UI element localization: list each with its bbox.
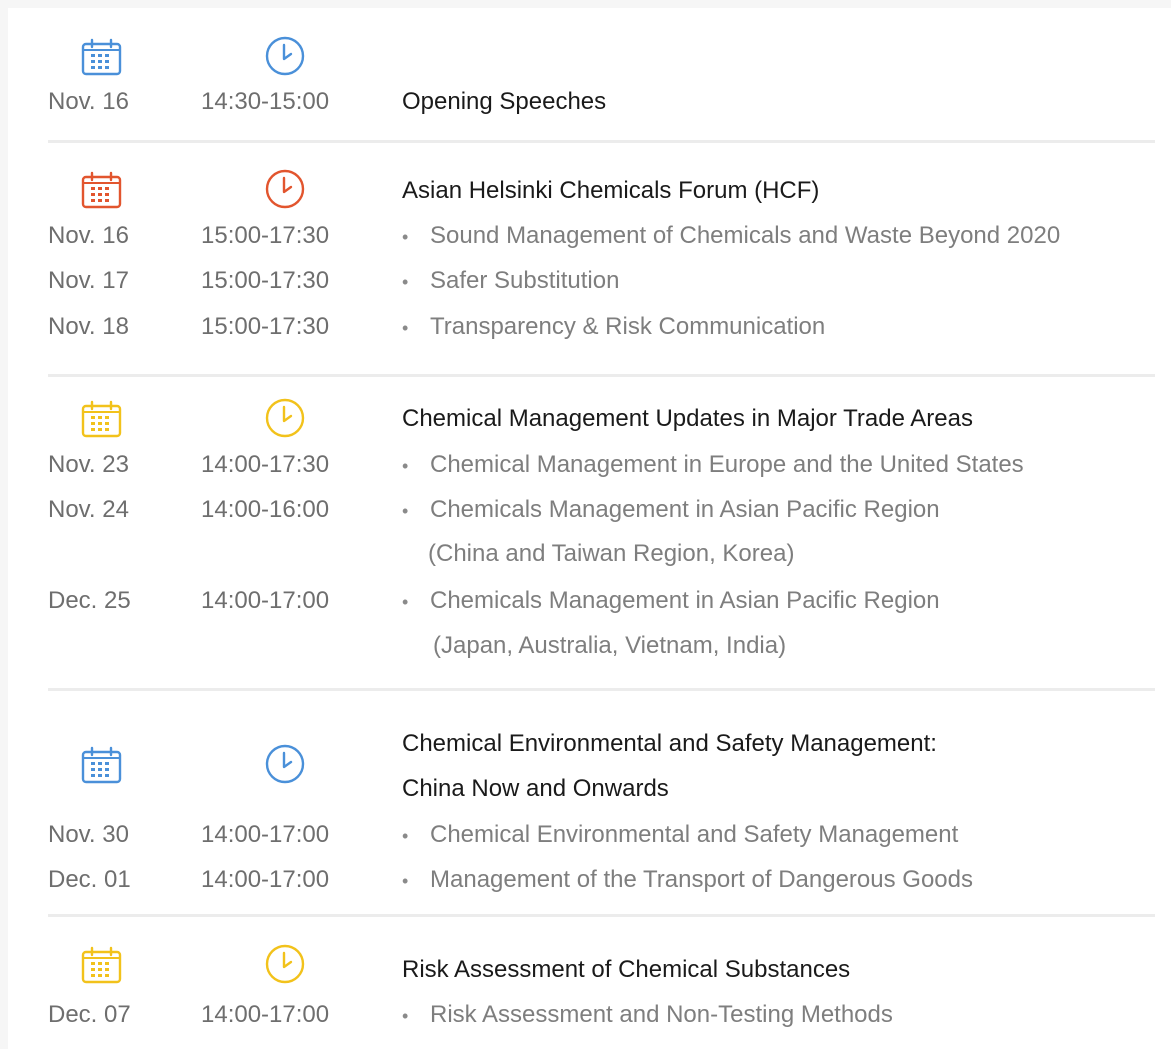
session-time: 15:00-17:30: [201, 267, 330, 294]
session-title-row: Chemical Environmental and Safety Manage…: [8, 724, 1171, 764]
session-date: Dec. 25: [48, 587, 131, 614]
bullet: •: [402, 272, 409, 292]
session-title-line-2: China Now and Onwards: [402, 775, 669, 802]
session-time: 14:00-17:00: [201, 587, 330, 614]
bullet: •: [402, 1006, 409, 1026]
session-date: Nov. 16: [48, 222, 129, 249]
session-item-text: Chemical Environmental and Safety Manage…: [430, 821, 959, 848]
session-time: 14:00-16:00: [201, 496, 330, 523]
bullet: •: [402, 501, 409, 521]
session-item: • Risk Assessment and Non-Testing Methods: [402, 995, 893, 1036]
bullet: •: [402, 871, 409, 891]
session-row: Dec. 01 14:00-17:00 • Management of the T…: [8, 860, 1171, 900]
session-item: • Management of the Transport of Dangerou…: [402, 860, 973, 901]
session-item-text: Management of the Transport of Dangerous…: [430, 866, 973, 893]
session-item: • Chemical Environmental and Safety Manag…: [402, 815, 958, 856]
session-row: Nov. 23 14:00-17:30 • Chemical Management…: [8, 445, 1171, 485]
bullet: •: [402, 227, 409, 247]
session-title-row: Asian Helsinki Chemicals Forum (HCF): [8, 171, 1171, 211]
session-title: Risk Assessment of Chemical Substances: [402, 956, 851, 983]
session-row: Dec. 25 14:00-17:00 • Chemicals Managemen…: [8, 581, 1171, 621]
session-row: Dec. 07 14:00-17:00 • Risk Assessment and…: [8, 995, 1171, 1035]
session-item: • Chemical Management in Europe and the U…: [402, 445, 1024, 486]
session-row: Nov. 16 14:30-15:00 Opening Speeches: [8, 82, 1171, 122]
session-item-text: Risk Assessment and Non-Testing Methods: [430, 1001, 893, 1028]
session-date: Dec. 01: [48, 866, 131, 893]
session-title-row: Chemical Management Updates in Major Tra…: [8, 399, 1171, 439]
session-item-text: Safer Substitution: [430, 267, 620, 294]
schedule-card: Nov. 16 14:30-15:00 Opening Speeches Asi…: [8, 8, 1171, 1049]
bullet: •: [402, 826, 409, 846]
session-title-row: Risk Assessment of Chemical Substances: [8, 950, 1171, 990]
session-item: • Sound Management of Chemicals and Waste…: [402, 216, 1060, 257]
session-time: 15:00-17:30: [201, 222, 330, 249]
session-item-text: Chemicals Management in Asian Pacific Re…: [430, 587, 940, 614]
session-item-text: Chemicals Management in Asian Pacific Re…: [430, 496, 940, 523]
session-row: Nov. 17 15:00-17:30 • Safer Substitution: [8, 261, 1171, 301]
session-row: Nov. 24 14:00-16:00 • Chemicals Managemen…: [8, 490, 1171, 530]
bullet: •: [402, 456, 409, 476]
session-title: Opening Speeches: [402, 88, 607, 115]
divider: [48, 688, 1155, 691]
clock-icon: [265, 36, 305, 76]
session-row: Nov. 18 15:00-17:30 • Transparency & Risk…: [8, 307, 1171, 347]
divider: [48, 140, 1155, 143]
session-title-row: China Now and Onwards: [8, 769, 1171, 809]
session-date: Nov. 17: [48, 267, 129, 294]
divider: [48, 914, 1155, 917]
session-row: Nov. 30 14:00-17:00 • Chemical Environmen…: [8, 815, 1171, 855]
session-item-text: Sound Management of Chemicals and Waste …: [430, 222, 1061, 249]
session-date: Nov. 18: [48, 313, 129, 340]
session-time: 15:00-17:30: [201, 313, 330, 340]
session-item-continuation: (China and Taiwan Region, Korea): [428, 540, 795, 567]
session-item: • Chemicals Management in Asian Pacific R…: [402, 490, 940, 531]
bullet: •: [402, 318, 409, 338]
session-item: • Safer Substitution: [402, 261, 619, 302]
session-title: Asian Helsinki Chemicals Forum (HCF): [402, 177, 820, 204]
session-title: Chemical Environmental and Safety Manage…: [402, 730, 937, 757]
session-item: • Transparency & Risk Communication: [402, 307, 825, 348]
session-item-continuation: (Japan, Australia, Vietnam, India): [433, 632, 787, 659]
session-time: 14:30-15:00: [201, 88, 330, 115]
session-date: Nov. 16: [48, 88, 129, 115]
calendar-icon: [81, 38, 122, 76]
divider: [48, 374, 1155, 377]
session-time: 14:00-17:30: [201, 451, 330, 478]
session-row: Nov. 16 15:00-17:30 • Sound Management of…: [8, 216, 1171, 256]
session-date: Nov. 24: [48, 496, 129, 523]
session-item: • Chemicals Management in Asian Pacific R…: [402, 581, 940, 622]
session-time: 14:00-17:00: [201, 1001, 330, 1028]
session-title: Chemical Management Updates in Major Tra…: [402, 405, 973, 432]
session-item-continuation-row: (Japan, Australia, Vietnam, India): [8, 626, 1171, 666]
session-item-text: Transparency & Risk Communication: [430, 313, 826, 340]
session-date: Nov. 30: [48, 821, 129, 848]
session-item-continuation-row: (China and Taiwan Region, Korea): [8, 534, 1171, 574]
bullet: •: [402, 592, 409, 612]
session-date: Dec. 07: [48, 1001, 131, 1028]
session-date: Nov. 23: [48, 451, 129, 478]
session-item-text: Chemical Management in Europe and the Un…: [430, 451, 1024, 478]
session-time: 14:00-17:00: [201, 821, 330, 848]
session-time: 14:00-17:00: [201, 866, 330, 893]
